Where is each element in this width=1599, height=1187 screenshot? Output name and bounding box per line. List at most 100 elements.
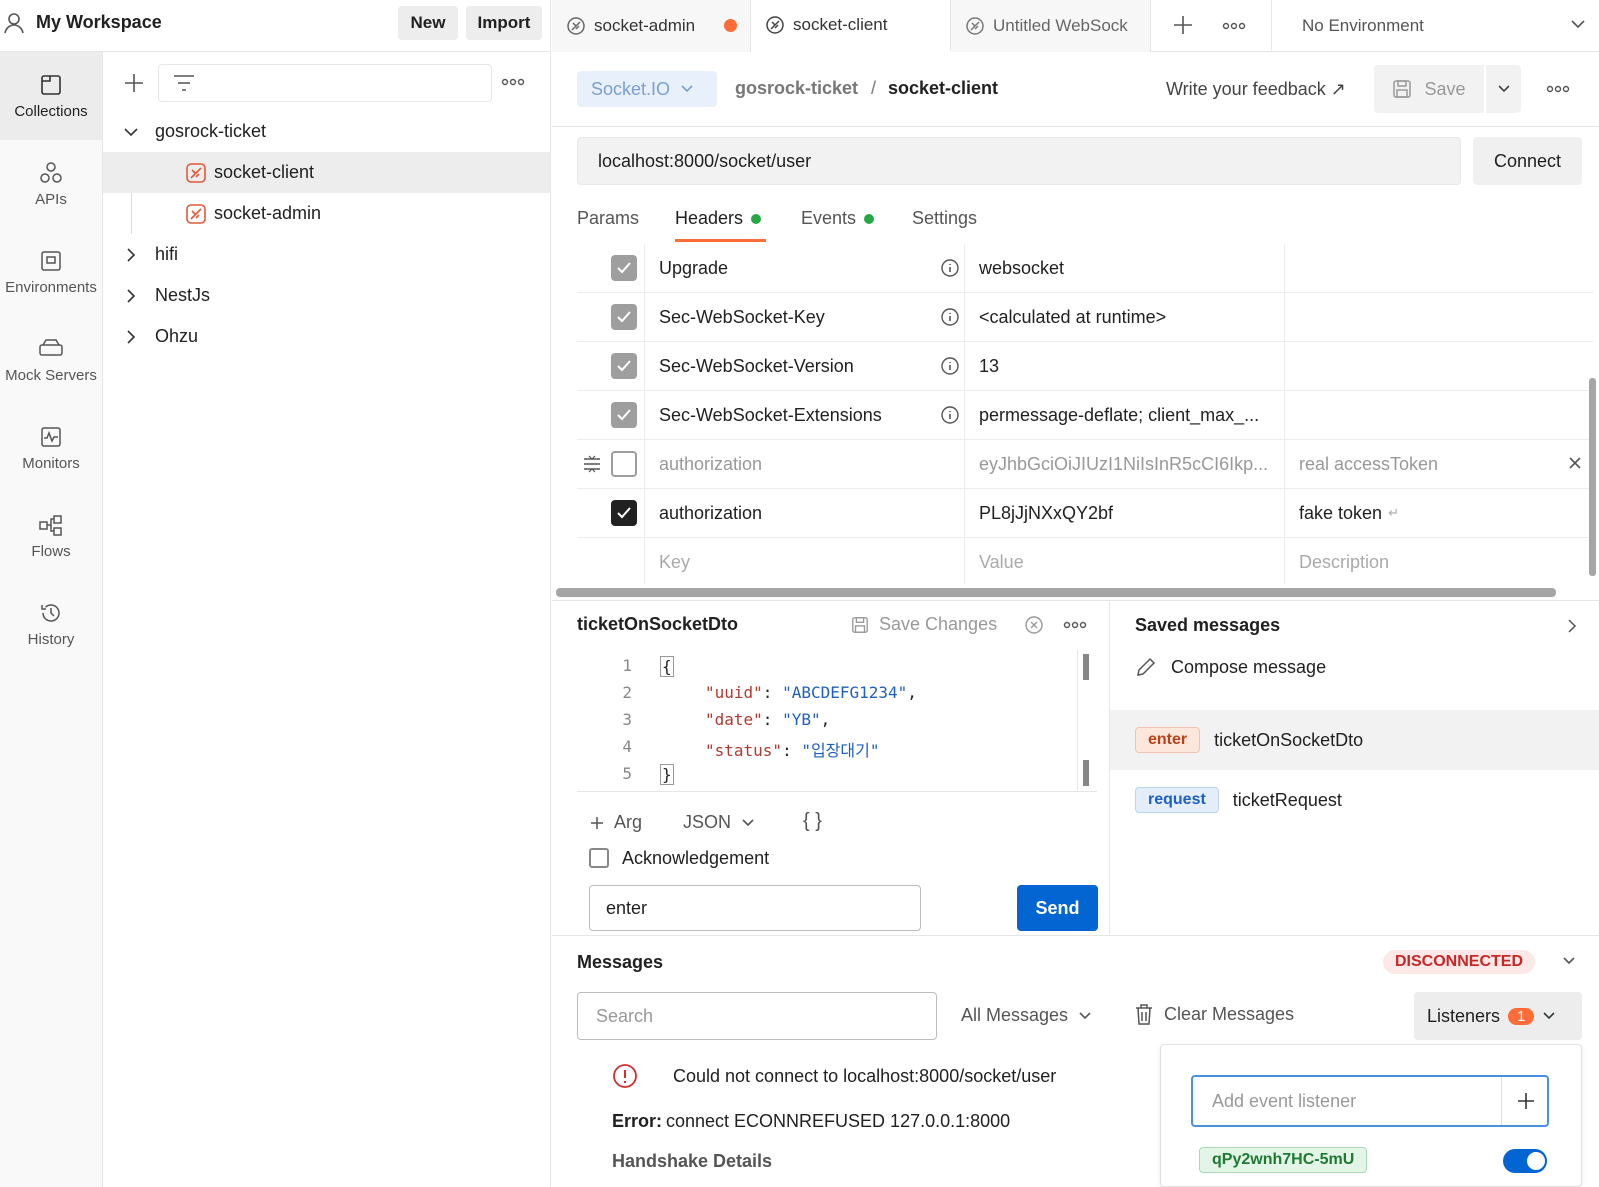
table-row: Sec-WebSocket-Version 13 [577, 342, 1593, 391]
tab-settings[interactable]: Settings [912, 208, 977, 229]
collection-filter-input[interactable] [158, 64, 492, 102]
saved-message-item[interactable]: request ticketRequest [1110, 770, 1599, 830]
rail-environments[interactable]: Environments [0, 228, 102, 316]
header-checkbox[interactable] [611, 293, 637, 341]
horizontal-scrollbar[interactable] [556, 588, 1556, 597]
tree-request-socket-admin[interactable]: socket-admin [103, 193, 550, 234]
header-value[interactable]: eyJhbGciOiJIUzI1NiIsInR5cCI6Ikp... [979, 440, 1279, 488]
header-key[interactable]: authorization [659, 489, 939, 537]
header-value[interactable]: PL8jJjNXxQY2bf [979, 489, 1279, 537]
info-icon[interactable] [940, 307, 960, 327]
tab-events[interactable]: Events [801, 208, 875, 229]
handshake-details-toggle[interactable]: Handshake Details [612, 1151, 772, 1172]
header-key[interactable]: authorization [659, 440, 939, 488]
saved-message-item[interactable]: enter ticketOnSocketDto [1110, 710, 1599, 770]
connect-button[interactable]: Connect [1473, 137, 1582, 185]
editor-scrollbar[interactable] [1083, 760, 1089, 786]
description-placeholder[interactable]: Description [1299, 538, 1549, 584]
composer-title[interactable]: ticketOnSocketDto [577, 614, 738, 635]
header-checkbox[interactable] [611, 244, 637, 292]
arg-label: Arg [614, 812, 643, 832]
import-button[interactable]: Import [466, 6, 542, 40]
listeners-button[interactable]: Listeners 1 [1414, 992, 1582, 1040]
rail-flows[interactable]: Flows [0, 492, 102, 580]
add-event-listener-input[interactable]: Add event listener [1191, 1075, 1549, 1127]
header-description[interactable]: real accessToken [1299, 440, 1549, 488]
breadcrumb-request[interactable]: socket-client [888, 78, 998, 99]
tree-folder-ohzu[interactable]: Ohzu [103, 316, 550, 357]
acknowledgement-checkbox[interactable] [589, 848, 609, 868]
vertical-scrollbar[interactable] [1589, 378, 1596, 576]
send-button[interactable]: Send [1017, 885, 1098, 931]
save-button[interactable]: Save [1374, 65, 1484, 113]
header-checkbox[interactable] [611, 342, 637, 390]
header-value[interactable]: 13 [979, 342, 1279, 390]
rail-mock-servers[interactable]: Mock Servers [0, 316, 102, 404]
header-key[interactable]: Sec-WebSocket-Key [659, 293, 939, 341]
new-button[interactable]: New [398, 6, 458, 40]
format-select[interactable]: JSON [683, 812, 755, 833]
format-label: JSON [683, 812, 732, 832]
key-placeholder[interactable]: Key [659, 538, 939, 584]
info-icon[interactable] [940, 356, 960, 376]
feedback-link[interactable]: Write your feedback ↗ [1166, 79, 1346, 100]
workspace-title[interactable]: My Workspace [36, 12, 162, 33]
clear-messages-button[interactable]: Clear Messages [1134, 1003, 1294, 1025]
add-listener-icon[interactable] [1517, 1092, 1535, 1110]
request-options-icon[interactable] [1546, 81, 1570, 97]
tree-folder-nestjs[interactable]: NestJs [103, 275, 550, 316]
url-input[interactable]: localhost:8000/socket/user [577, 137, 1461, 185]
breadcrumb-collection[interactable]: gosrock-ticket [735, 78, 858, 99]
info-icon[interactable] [940, 258, 960, 278]
listener-toggle[interactable] [1503, 1149, 1547, 1173]
close-icon[interactable] [1568, 456, 1582, 470]
header-value[interactable]: permessage-deflate; client_max_... [979, 391, 1279, 439]
environment-select[interactable]: No Environment [1272, 0, 1599, 52]
chevron-right-icon[interactable] [1567, 618, 1577, 634]
header-value[interactable]: websocket [979, 244, 1279, 292]
header-checkbox[interactable] [611, 391, 637, 439]
close-circle-icon[interactable] [1024, 615, 1044, 635]
tree-request-socket-client[interactable]: socket-client [103, 152, 550, 193]
request-type-select[interactable]: Socket.IO [577, 71, 717, 107]
chevron-right-icon [125, 329, 137, 345]
beautify-button[interactable]: { } [803, 810, 822, 833]
rail-history[interactable]: History [0, 580, 102, 668]
message-filter-select[interactable]: All Messages [961, 1005, 1092, 1026]
header-key[interactable]: Upgrade [659, 244, 939, 292]
tab-socket-admin[interactable]: socket-admin [552, 0, 751, 52]
compose-message-button[interactable]: Compose message [1135, 656, 1326, 678]
messages-search-input[interactable]: Search [577, 992, 937, 1040]
drag-handle-icon[interactable] [583, 455, 601, 473]
header-checkbox[interactable] [611, 440, 637, 488]
save-changes-button[interactable]: Save Changes [851, 614, 997, 635]
code-editor[interactable]: 1 2 3 4 5 { "uuid": "ABCDEFG1234", "date… [577, 650, 1097, 792]
header-key[interactable]: Sec-WebSocket-Extensions [659, 391, 939, 439]
add-collection-icon[interactable] [123, 72, 145, 94]
info-icon[interactable] [940, 405, 960, 425]
save-changes-label: Save Changes [879, 614, 998, 634]
rail-monitors[interactable]: Monitors [0, 404, 102, 492]
save-options-button[interactable] [1486, 65, 1521, 113]
tab-headers[interactable]: Headers [675, 208, 762, 229]
tab-params[interactable]: Params [577, 208, 639, 229]
tab-options-icon[interactable] [1222, 16, 1246, 36]
rail-apis[interactable]: APIs [0, 140, 102, 228]
event-name-input[interactable]: enter [589, 885, 921, 931]
tab-untitled-websocket[interactable]: Untitled WebSock [951, 0, 1151, 52]
rail-collections[interactable]: Collections [0, 52, 102, 140]
sidebar-options-icon[interactable] [501, 74, 525, 90]
tab-socket-client[interactable]: socket-client [751, 0, 951, 52]
chevron-down-icon[interactable] [1562, 956, 1576, 966]
value-placeholder[interactable]: Value [979, 538, 1279, 584]
header-description[interactable]: fake token ↵ [1299, 489, 1549, 537]
tree-collection-gosrock-ticket[interactable]: gosrock-ticket [103, 111, 550, 152]
editor-scrollbar[interactable] [1083, 654, 1089, 680]
tree-folder-hifi[interactable]: hifi [103, 234, 550, 275]
add-arg-button[interactable]: Arg [590, 812, 642, 833]
header-value[interactable]: <calculated at runtime> [979, 293, 1279, 341]
header-key[interactable]: Sec-WebSocket-Version [659, 342, 939, 390]
new-tab-icon[interactable] [1172, 14, 1194, 36]
header-checkbox[interactable] [611, 489, 637, 537]
composer-options-icon[interactable] [1063, 618, 1087, 632]
